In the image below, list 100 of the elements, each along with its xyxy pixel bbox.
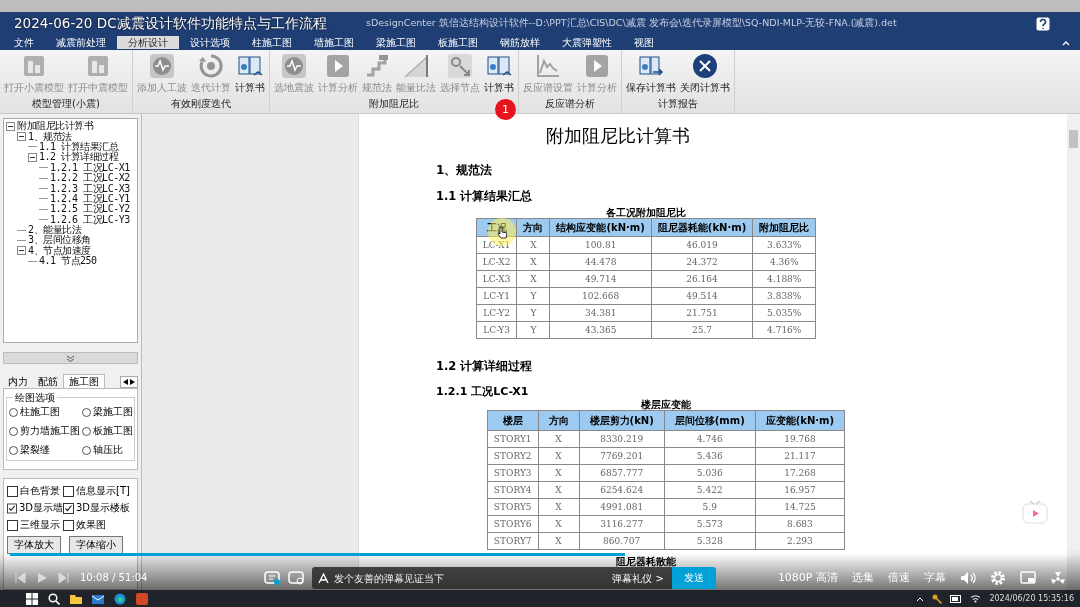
panel-tab[interactable]: 内力 [3,375,33,388]
radio-option[interactable]: 梁裂缝 [9,443,80,457]
table-cell: STORY5 [487,498,539,516]
tree-item[interactable]: 1.2 计算详细过程 [39,152,119,163]
panel-tab[interactable]: 施工图 [63,374,105,388]
table-cell: 46.019 [651,236,753,254]
radio-circle[interactable] [82,445,91,455]
subsection-heading: 1.2.1 工况LC-X1 [436,384,530,399]
chart-icon [403,53,429,79]
double-chevron-icon [66,354,75,362]
checkbox[interactable] [63,502,74,514]
table-cell: 102.668 [549,287,652,305]
font-size-button[interactable]: 字体放大 [7,536,61,554]
window-title: sDesignCenter 筑信达结构设计软件--D:\PPT汇总\CIS\DC\减震 发布会\迭代录屏模型\SQ-NDI-MLP-无较-FNA.(减震).det [366,17,898,30]
menu-tab[interactable]: 钢筋放样 [489,36,551,49]
checkbox[interactable] [63,519,74,531]
collapse-icon [1062,39,1070,46]
menu-tab[interactable]: 板施工图 [427,36,489,49]
scroll-thumb[interactable] [1069,130,1078,148]
table-cell: 5.036 [664,464,756,482]
table-cell: 6254.624 [579,481,665,499]
menu-tab[interactable]: 视图 [623,36,665,49]
table-cell: 4.188% [752,270,816,288]
checkbox-label: 3D显示楼板 [76,501,131,515]
help-icon [1036,16,1050,31]
table-cell: 5.422 [664,481,756,499]
radio-option[interactable]: 板施工图 [82,424,133,438]
menu-tab[interactable]: 梁施工图 [365,36,427,49]
ribbon-button[interactable]: 保存计算书 [625,53,677,95]
tree-item[interactable]: 1.1 计算结果汇总 [39,141,119,152]
tree-item[interactable]: 1.2.4 工况LC-Y1 [50,193,130,204]
table-cell: 49.714 [549,270,652,288]
progress-track[interactable] [10,553,1070,556]
table-cell: 26.164 [651,270,753,288]
checkbox[interactable] [7,502,17,514]
table-cell: 14.725 [755,498,845,516]
checkbox-label: 效果图 [76,518,106,532]
table-cell: 43.365 [549,321,652,339]
checkbox[interactable] [7,519,18,531]
table-cell: Y [516,304,550,322]
radio-circle[interactable] [9,407,18,417]
menu-tab[interactable]: 设计选项 [179,36,241,49]
table-cell: 860.707 [579,532,665,550]
tree-item[interactable]: 2、能量比法 [28,225,82,236]
tree-item[interactable]: 1.2.3 工况LC-X3 [50,183,130,194]
menu-tab[interactable]: 分析设计 [117,36,179,49]
radio-circle[interactable] [82,407,91,417]
tree-item[interactable]: 3、层间位移角 [28,235,91,246]
radio-option[interactable]: 柱施工图 [9,405,80,419]
subsection-heading: 1.2 计算详细过程 [436,359,534,374]
radio-option[interactable]: 轴压比 [82,443,133,457]
panel-tab[interactable]: 配筋 [33,375,63,388]
search-icon [48,592,60,605]
folder-icon [70,592,82,605]
tree-item[interactable]: 1.2.2 工况LC-X2 [50,173,130,184]
ribbon-button[interactable]: 计算书 [234,53,266,95]
table-cell: LC-Y2 [476,304,517,322]
tree-item[interactable]: 4、节点加速度 [28,245,91,256]
table-cell: 5.9 [664,498,756,516]
radio-circle[interactable] [9,445,18,455]
column-header: 层间位移(mm) [664,410,756,431]
close-icon [692,53,718,79]
tree-item[interactable]: 1.2.6 工况LC-Y3 [50,214,130,225]
tree-item[interactable]: 1、规范法 [28,131,72,142]
scroll-bar[interactable] [1067,114,1080,550]
menu-tab[interactable]: 柱施工图 [241,36,303,49]
checkbox[interactable] [63,485,74,497]
tree-item[interactable]: 1.2.1 工况LC-X1 [50,162,130,173]
subsection-heading: 1.1 计算结果汇总 [436,189,534,204]
font-style-icon [318,572,329,584]
menu-tab[interactable]: 减震前处理 [45,36,117,49]
checkbox[interactable] [7,485,18,497]
radio-circle[interactable] [9,426,18,436]
column-header: 方向 [538,410,580,431]
tree-item[interactable]: 1.2.5 工况LC-Y2 [50,204,130,215]
table-cell: X [538,481,580,499]
radio-circle[interactable] [82,426,91,436]
ribbon-button[interactable]: 计算书 [483,53,515,95]
tree-item[interactable]: 附加阻尼比计算书 [17,121,93,132]
radio-option[interactable]: 剪力墙施工图 [9,424,80,438]
wifi-icon [970,594,982,603]
table-cell: LC-Y3 [476,321,517,339]
table-cell: STORY3 [487,464,539,482]
column-header: 阻尼器耗能(kN·m) [651,218,753,237]
menu-tab[interactable]: 文件 [3,36,45,49]
table-cell: X [538,532,580,550]
table-cell: 2.293 [755,532,845,550]
danmaku-etiquette-link[interactable]: 弹幕礼仪 > [612,571,664,586]
tree-item[interactable]: 4.1 节点250 [39,256,97,267]
radio-label: 板施工图 [93,424,133,438]
ribbon-button[interactable]: 关闭计算书 [679,53,731,95]
radio-option[interactable]: 梁施工图 [82,405,133,419]
tab-scroll-buttons[interactable] [120,376,138,388]
node-icon [447,53,473,79]
book-icon [486,53,512,79]
menu-tab[interactable]: 大震弹塑性 [551,36,623,49]
font-size-button[interactable]: 字体缩小 [69,536,123,554]
table-caption: 各工况附加阻尼比 [606,207,686,218]
menu-tab[interactable]: 墙施工图 [303,36,365,49]
table-cell: 4.746 [664,430,756,448]
